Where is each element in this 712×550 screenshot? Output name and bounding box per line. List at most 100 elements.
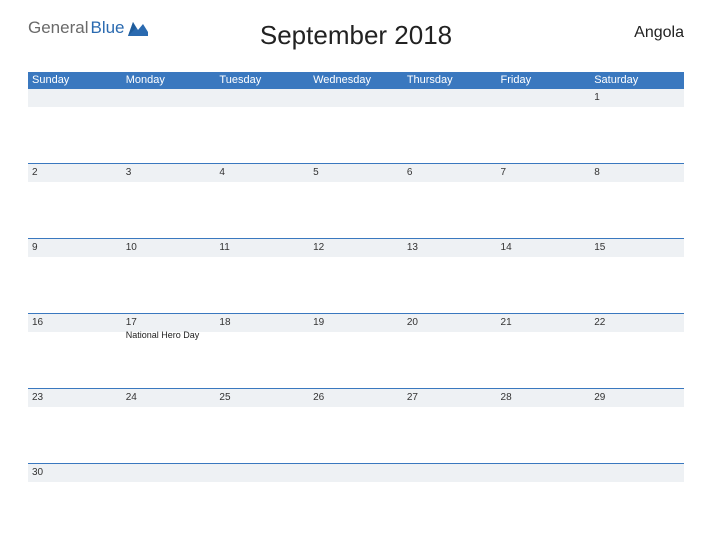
- day-cell: [590, 464, 684, 539]
- day-number: 29: [594, 392, 605, 403]
- day-cell: 20: [403, 314, 497, 389]
- day-cell-body: [309, 107, 403, 163]
- day-number: 2: [32, 167, 38, 178]
- week-row: 1: [28, 89, 684, 164]
- day-cell: 17National Hero Day: [122, 314, 216, 389]
- day-cell-header: 29: [590, 389, 684, 407]
- day-cell-header: 1: [590, 89, 684, 107]
- day-header-friday: Friday: [497, 72, 591, 89]
- day-number: 12: [313, 242, 324, 253]
- day-cell-body: [590, 407, 684, 463]
- day-cell-header: 3: [122, 164, 216, 182]
- day-cell-body: [122, 482, 216, 538]
- day-cell-body: [497, 332, 591, 388]
- day-cell-header: 9: [28, 239, 122, 257]
- day-cell: 7: [497, 164, 591, 239]
- day-cell-header: [497, 89, 591, 107]
- week-row: 1617National Hero Day18 19 20 21 22: [28, 314, 684, 389]
- day-cell-body: [590, 257, 684, 313]
- day-cell-header: 16: [28, 314, 122, 332]
- day-cell-header: [497, 464, 591, 482]
- day-number: 24: [126, 392, 137, 403]
- day-cell: 9: [28, 239, 122, 314]
- day-cell-body: [497, 407, 591, 463]
- day-cell-body: [215, 407, 309, 463]
- day-cell-body: [309, 407, 403, 463]
- day-cell-header: 20: [403, 314, 497, 332]
- day-cell: 28: [497, 389, 591, 464]
- day-cell-header: [122, 464, 216, 482]
- day-cell: 21: [497, 314, 591, 389]
- day-cell-body: [497, 257, 591, 313]
- day-cell-body: [215, 107, 309, 163]
- day-cell-header: 12: [309, 239, 403, 257]
- day-number: 23: [32, 392, 43, 403]
- calendar-body: 1234567891011121314151617National Hero D…: [28, 89, 684, 539]
- day-cell-header: 18: [215, 314, 309, 332]
- day-number: 21: [501, 317, 512, 328]
- day-cell-body: [403, 107, 497, 163]
- day-cell: [215, 464, 309, 539]
- day-cell-header: 15: [590, 239, 684, 257]
- day-cell-body: [28, 257, 122, 313]
- day-number: 19: [313, 317, 324, 328]
- day-cell-header: [403, 464, 497, 482]
- week-row: 30: [28, 464, 684, 539]
- day-cell: 5: [309, 164, 403, 239]
- day-cell: [122, 464, 216, 539]
- day-cell-header: [215, 464, 309, 482]
- day-cell-body: [590, 107, 684, 163]
- day-number: 15: [594, 242, 605, 253]
- day-cell-header: 24: [122, 389, 216, 407]
- day-number: 30: [32, 467, 43, 478]
- day-cell: [497, 464, 591, 539]
- day-cell: 29: [590, 389, 684, 464]
- day-number: 26: [313, 392, 324, 403]
- day-number: 3: [126, 167, 132, 178]
- day-cell: 3: [122, 164, 216, 239]
- day-cell-header: 26: [309, 389, 403, 407]
- day-cell-header: 14: [497, 239, 591, 257]
- day-cell-body: [403, 332, 497, 388]
- day-number: 14: [501, 242, 512, 253]
- day-number: 28: [501, 392, 512, 403]
- day-number: 5: [313, 167, 319, 178]
- day-cell-header: 25: [215, 389, 309, 407]
- day-cell-body: [309, 482, 403, 538]
- day-number: 8: [594, 167, 600, 178]
- calendar-grid: Sunday Monday Tuesday Wednesday Thursday…: [28, 72, 684, 538]
- day-cell-body: [122, 407, 216, 463]
- day-cell-body: [590, 332, 684, 388]
- day-cell: [122, 89, 216, 164]
- day-cell-body: [28, 107, 122, 163]
- day-cell-header: [215, 89, 309, 107]
- day-cell-body: [215, 257, 309, 313]
- day-cell-header: 10: [122, 239, 216, 257]
- day-number: 1: [594, 92, 600, 103]
- day-number: 10: [126, 242, 137, 253]
- day-cell-header: 13: [403, 239, 497, 257]
- day-cell: 8: [590, 164, 684, 239]
- week-row: 23 24 25 26 27 28 29: [28, 389, 684, 464]
- day-cell: 15: [590, 239, 684, 314]
- day-cell: [403, 464, 497, 539]
- day-cell: [497, 89, 591, 164]
- calendar-title: September 2018: [28, 20, 684, 51]
- day-cell-header: 27: [403, 389, 497, 407]
- day-number: 4: [219, 167, 225, 178]
- day-cell-body: [28, 332, 122, 388]
- day-cell: [403, 89, 497, 164]
- day-cell: [215, 89, 309, 164]
- day-header-row: Sunday Monday Tuesday Wednesday Thursday…: [28, 72, 684, 89]
- day-header-wednesday: Wednesday: [309, 72, 403, 89]
- day-cell-header: 23: [28, 389, 122, 407]
- day-cell: 6: [403, 164, 497, 239]
- day-cell-body: [309, 182, 403, 238]
- day-cell-header: [590, 464, 684, 482]
- day-cell: 1: [590, 89, 684, 164]
- day-cell: 22: [590, 314, 684, 389]
- day-cell: 19: [309, 314, 403, 389]
- day-cell-body: [122, 107, 216, 163]
- day-cell: 30: [28, 464, 122, 539]
- day-cell: 25: [215, 389, 309, 464]
